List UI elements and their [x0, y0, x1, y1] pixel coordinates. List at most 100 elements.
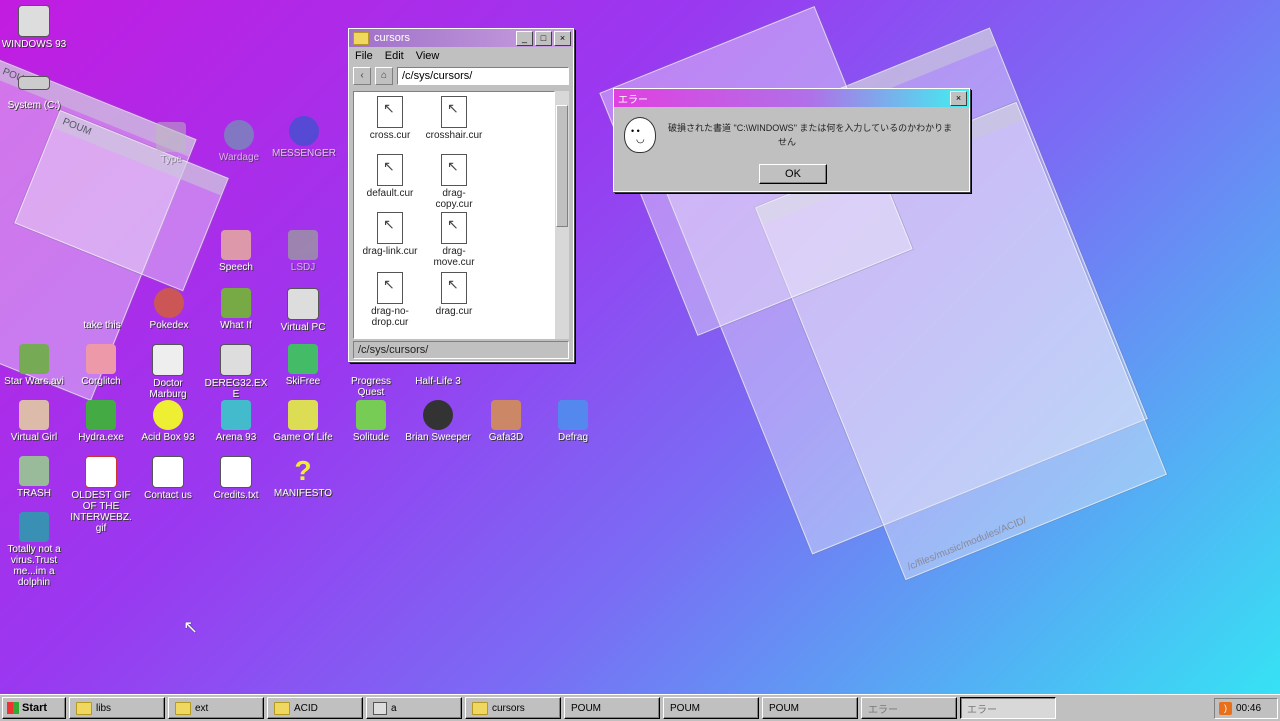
icon-corglitch[interactable]: Corglitch — [68, 344, 134, 387]
task-acid[interactable]: ACID — [267, 697, 363, 719]
icon-star-wars[interactable]: Star Wars.avi — [1, 344, 67, 387]
error-dialog[interactable]: エラー × 破損された書道 "C:\WINDOWS" または何を入力しているのか… — [613, 88, 970, 192]
cursor-file-icon — [377, 96, 403, 128]
task-error-2[interactable]: エラー — [960, 697, 1056, 719]
rss-icon[interactable]: ) — [1219, 702, 1232, 715]
taskbar: Start libs ext ACID a cursors POUM POUM … — [0, 694, 1280, 721]
solitude-icon — [356, 400, 386, 430]
cursor-file-icon — [441, 154, 467, 186]
file-item[interactable]: crosshair.cur — [424, 96, 484, 141]
windows-logo-icon — [7, 702, 19, 714]
address-bar: ‹ ⌂ /c/sys/cursors/ — [349, 65, 573, 87]
gif-icon — [85, 456, 117, 488]
virtual-pc-icon — [287, 288, 319, 320]
icon-virtual-girl[interactable]: Virtual Girl — [1, 400, 67, 443]
icon-defrag[interactable]: Defrag — [540, 400, 606, 443]
icon-lsdj[interactable]: LSDJ — [270, 230, 336, 273]
icon-take-this[interactable]: take this — [69, 288, 135, 331]
icon-dolphin[interactable]: Totally not a virus.Trust me...im a dolp… — [1, 512, 67, 588]
face-icon — [491, 400, 521, 430]
task-poum-2[interactable]: POUM — [663, 697, 759, 719]
icon-gafa3d[interactable]: Gafa3D — [473, 400, 539, 443]
folder-icon — [274, 701, 290, 715]
task-a[interactable]: a — [366, 697, 462, 719]
yoda-icon — [19, 344, 49, 374]
trash-icon — [19, 456, 49, 486]
icon-skifree[interactable]: SkiFree — [270, 344, 336, 387]
mouse-cursor-icon: ↖ — [183, 617, 199, 637]
file-item[interactable]: drag.cur — [424, 272, 484, 317]
icon-doctor-marburg[interactable]: Doctor Marburg — [135, 344, 201, 400]
minimize-button[interactable]: _ — [516, 30, 533, 46]
file-item[interactable]: cross.cur — [360, 96, 420, 141]
folder-icon — [472, 701, 488, 715]
cursor-file-icon — [441, 212, 467, 244]
menu-view[interactable]: View — [416, 50, 440, 62]
derp-face-icon — [624, 117, 656, 153]
maximize-button[interactable]: □ — [535, 30, 552, 46]
skifree-icon — [288, 344, 318, 374]
icon-acid-box[interactable]: Acid Box 93 — [135, 400, 201, 443]
icon-wardage[interactable]: Wardage — [206, 120, 272, 163]
file-item[interactable]: drag-copy.cur — [424, 154, 484, 210]
dialog-title: エラー — [618, 94, 648, 106]
type-icon — [156, 122, 186, 152]
task-poum-3[interactable]: POUM — [762, 697, 858, 719]
icon-pokedex[interactable]: Pokedex — [136, 288, 202, 331]
message-line-2: せん — [778, 137, 797, 147]
task-error-1[interactable]: エラー — [861, 697, 957, 719]
icon-brian-sweeper[interactable]: Brian Sweeper — [405, 400, 471, 443]
icon-game-of-life[interactable]: Game Of Life — [270, 400, 336, 443]
icon-messenger[interactable]: MESSENGER — [271, 116, 337, 159]
girl-icon — [19, 400, 49, 430]
vertical-scrollbar[interactable] — [555, 91, 569, 339]
task-cursors[interactable]: cursors — [465, 697, 561, 719]
icon-credits[interactable]: Credits.txt — [203, 456, 269, 501]
icon-manifesto[interactable]: ? MANIFESTO — [270, 456, 336, 500]
start-button[interactable]: Start — [2, 697, 66, 719]
icon-hydra[interactable]: Hydra.exe — [68, 400, 134, 443]
icon-speech[interactable]: Speech — [203, 230, 269, 273]
dialog-titlebar[interactable]: エラー × — [614, 89, 969, 107]
file-item[interactable]: drag-move.cur — [424, 212, 484, 268]
ok-button[interactable]: OK — [759, 164, 827, 184]
icon-dereg32[interactable]: DEREG32.EXE — [203, 344, 269, 400]
task-poum-1[interactable]: POUM — [564, 697, 660, 719]
file-item[interactable]: drag-link.cur — [360, 212, 420, 257]
cursor-file-icon — [377, 272, 403, 304]
icon-system-c[interactable]: System (C:) — [1, 70, 67, 111]
smiley-icon — [153, 400, 183, 430]
cursors-window[interactable]: cursors _ □ × File Edit View ‹ ⌂ /c/sys/… — [348, 28, 574, 362]
file-item[interactable]: drag-no-drop.cur — [360, 272, 420, 328]
menu-edit[interactable]: Edit — [385, 50, 404, 62]
cursor-file-icon — [377, 154, 403, 186]
task-ext[interactable]: ext — [168, 697, 264, 719]
system-tray: ) 00:46 — [1214, 698, 1278, 719]
icon-contact-us[interactable]: Contact us — [135, 456, 201, 501]
icon-arena-93[interactable]: Arena 93 — [203, 400, 269, 443]
back-button[interactable]: ‹ — [353, 67, 371, 85]
icon-what-if[interactable]: What If — [203, 288, 269, 331]
scroll-thumb[interactable] — [556, 105, 568, 227]
icon-windows93[interactable]: WINDOWS 93 — [1, 5, 67, 50]
desktop: POUM POUM /c/files/music/modules/ACID/ W… — [0, 0, 1280, 694]
sword-icon — [87, 288, 117, 318]
dereg-icon — [220, 344, 252, 376]
cursors-titlebar[interactable]: cursors _ □ × — [349, 29, 573, 47]
mine-icon — [423, 400, 453, 430]
task-libs[interactable]: libs — [69, 697, 165, 719]
menu-file[interactable]: File — [355, 50, 373, 62]
icon-type[interactable]: Type — [138, 122, 204, 165]
pokeball-icon — [154, 288, 184, 318]
close-button[interactable]: × — [950, 90, 967, 106]
cursor-file-icon — [441, 272, 467, 304]
address-input[interactable]: /c/sys/cursors/ — [397, 67, 569, 85]
close-button[interactable]: × — [554, 30, 571, 46]
icon-oldest-gif[interactable]: OLDEST GIF OF THE INTERWEBZ.gif — [68, 456, 134, 534]
icon-trash[interactable]: TRASH — [1, 456, 67, 499]
defrag-icon — [558, 400, 588, 430]
icon-virtual-pc[interactable]: Virtual PC — [270, 288, 336, 333]
home-button[interactable]: ⌂ — [375, 67, 393, 85]
file-item[interactable]: default.cur — [360, 154, 420, 199]
icon-solitude[interactable]: Solitude — [338, 400, 404, 443]
